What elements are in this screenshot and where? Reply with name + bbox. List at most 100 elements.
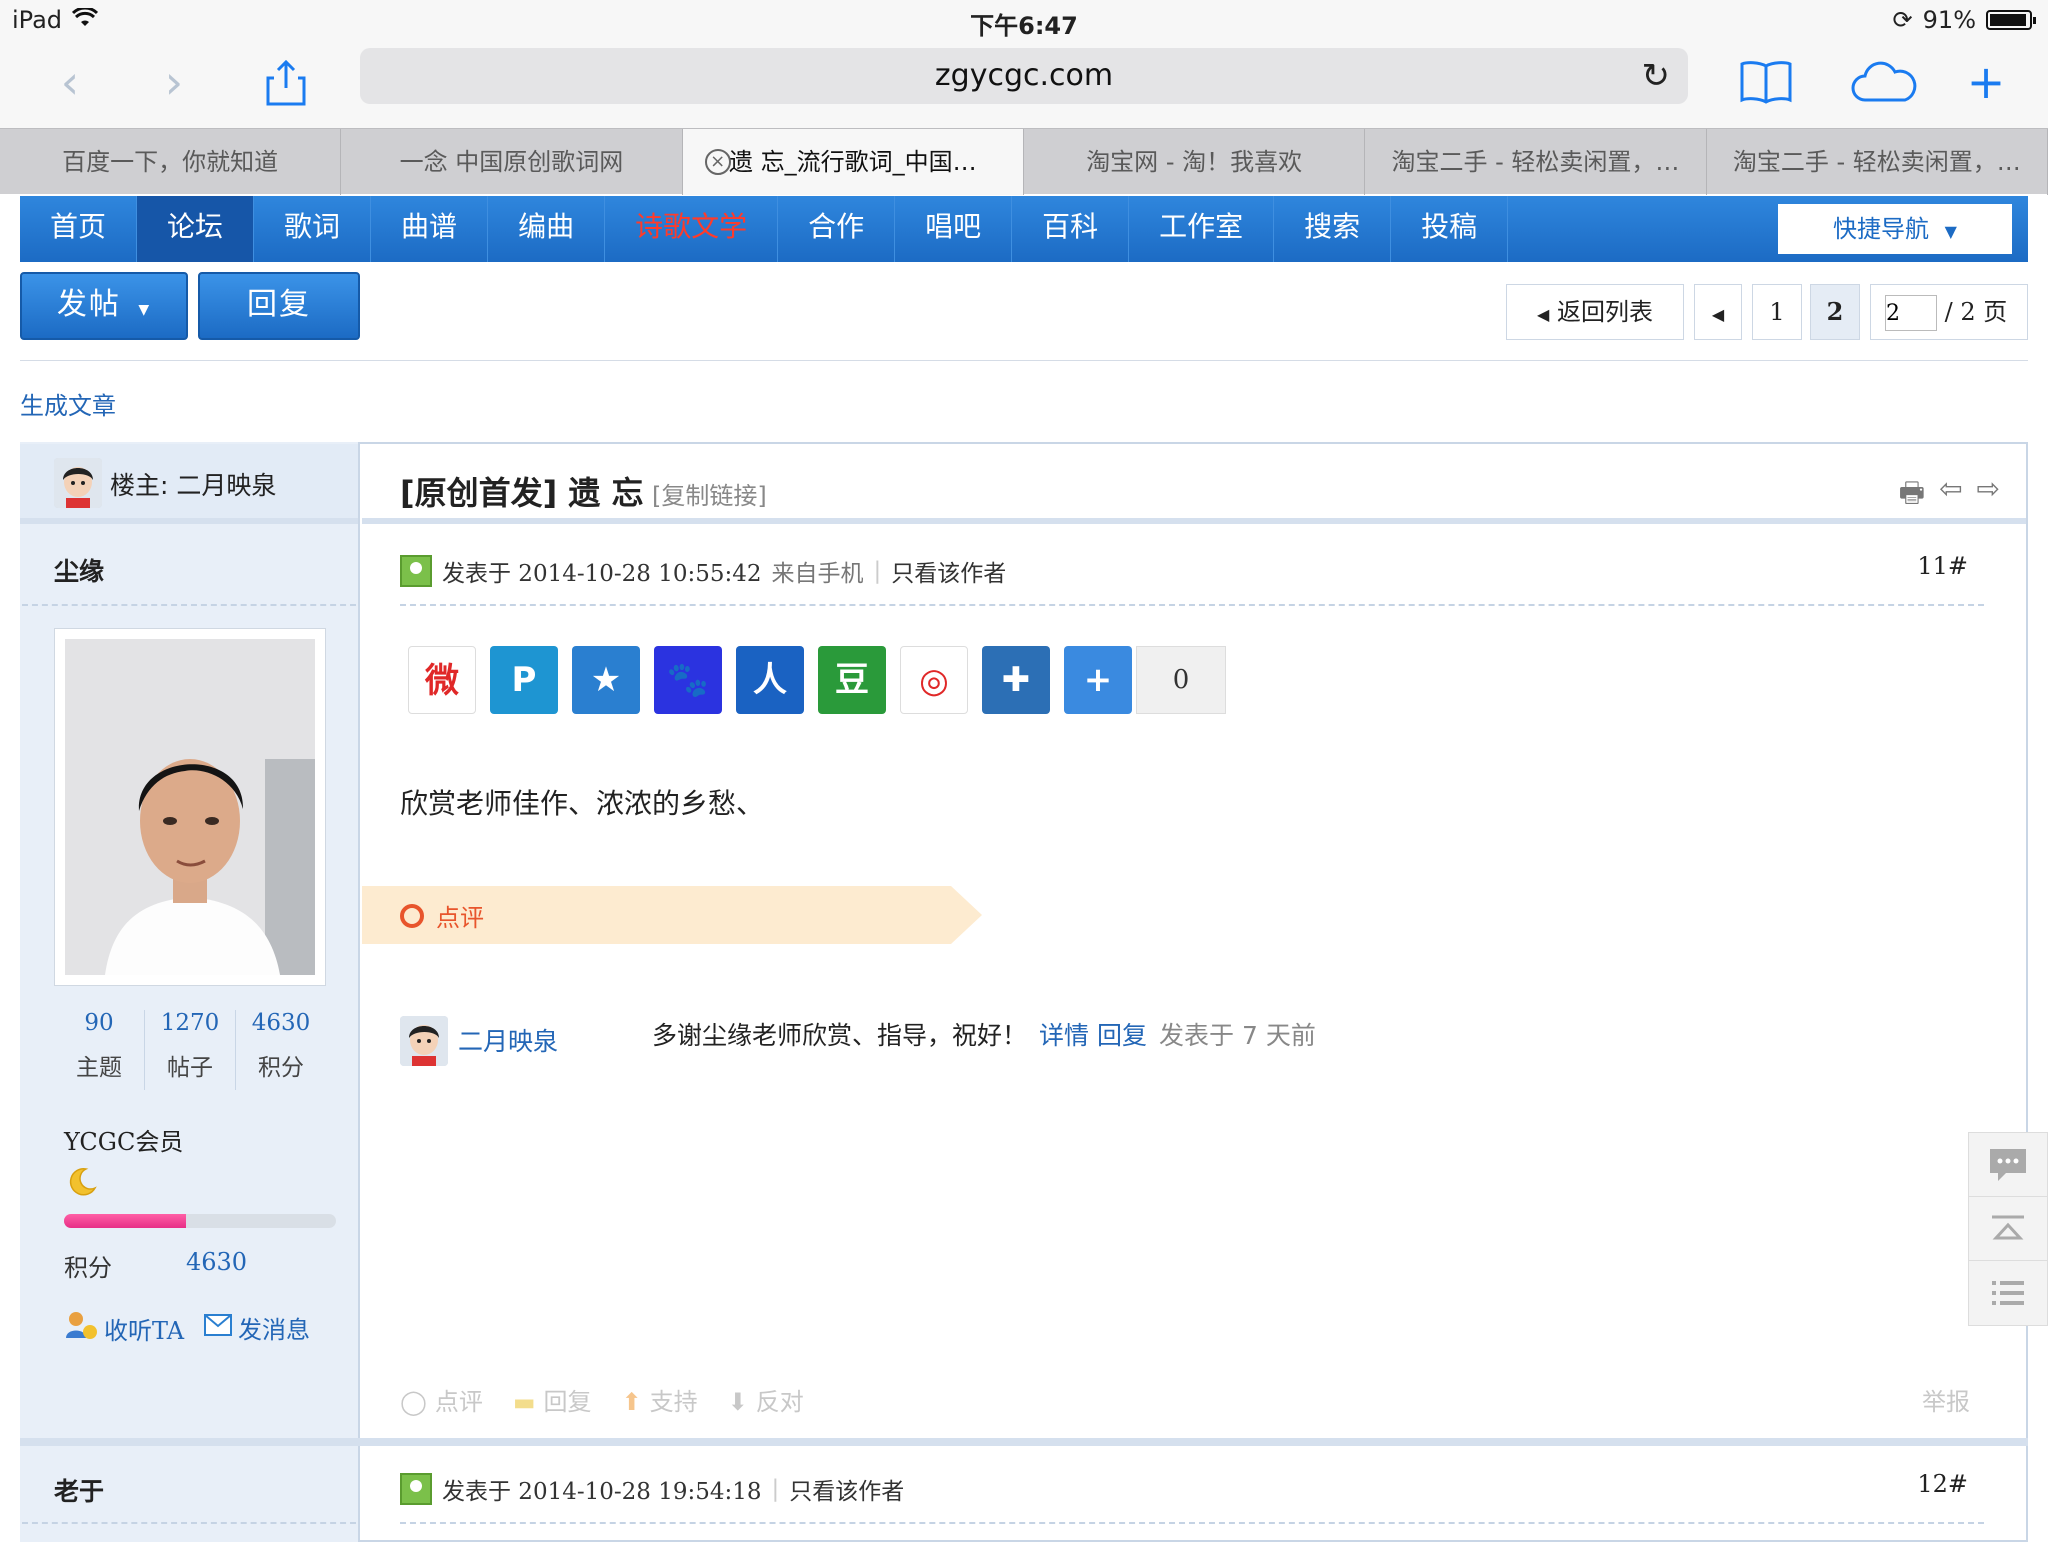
browser-tab[interactable]: 淘宝网 - 淘！我喜欢	[1024, 129, 1366, 195]
post-body: 欣赏老师佳作、浓浓的乡愁、	[400, 787, 765, 820]
browser-tab[interactable]: 百度一下，你就知道	[0, 129, 342, 195]
stat-credits[interactable]: 4630 积分	[236, 1010, 326, 1090]
reply-button[interactable]: 回复	[198, 272, 360, 340]
comment: 多谢尘缘老师欣赏、指导，祝好！ 详情 回复 发表于 7 天前	[652, 1016, 1316, 1052]
browser-tab[interactable]: 一念 中国原创歌词网	[341, 129, 683, 195]
thread-title: [原创首发] 遗 忘	[400, 474, 644, 512]
reply-action[interactable]: ▬ 回复	[513, 1382, 592, 1417]
divider	[20, 360, 2028, 361]
copy-link[interactable]: [复制链接]	[652, 476, 767, 511]
author-stats: 90 主题 1270 帖子 4630 积分	[54, 1010, 326, 1090]
baidu-icon[interactable]: 🐾	[654, 646, 722, 714]
nav-item-wiki[interactable]: 百科	[1012, 196, 1130, 262]
nav-item-poetry[interactable]: 诗歌文学	[605, 196, 779, 262]
icloud-tabs-icon[interactable]	[1846, 52, 1922, 112]
page-1-link[interactable]: 1	[1752, 284, 1802, 340]
commenter-avatar[interactable]	[400, 1016, 448, 1066]
commenter-name[interactable]: 二月映泉	[458, 1022, 558, 1058]
comment-detail-link[interactable]: 详情	[1039, 1016, 1089, 1052]
prev-thread-icon[interactable]: ⇦	[1939, 472, 1962, 520]
rotation-lock-icon: ⟳	[1892, 6, 1913, 34]
safari-toolbar: ‹ › zgycgc.com ↻ +	[0, 40, 2048, 128]
quick-reply-icon[interactable]	[1969, 1133, 2047, 1197]
address-bar[interactable]: zgycgc.com ↻	[360, 48, 1688, 104]
post-meta: 发表于 2014-10-28 19:54:18 | 只看该作者	[400, 1472, 904, 1506]
post-time: 发表于 2014-10-28 19:54:18	[442, 1479, 762, 1505]
battery-percent: 91%	[1922, 6, 1976, 34]
bookmarks-icon[interactable]	[1736, 52, 1796, 112]
nav-item-studio[interactable]: 工作室	[1129, 196, 1275, 262]
share-count: 0	[1136, 646, 1226, 714]
online-status-icon	[400, 1473, 432, 1505]
page-2-current: 2	[1810, 284, 1860, 340]
reload-icon[interactable]: ↻	[1642, 48, 1671, 104]
floor-number[interactable]: 11#	[1917, 552, 1968, 580]
forward-arrow-icon[interactable]: ›	[144, 52, 204, 112]
back-to-list-button[interactable]: ◀ 返回列表	[1506, 284, 1684, 340]
stat-posts[interactable]: 1270 帖子	[145, 1010, 236, 1090]
nav-item-forum[interactable]: 论坛	[137, 196, 255, 262]
back-arrow-icon[interactable]: ‹	[40, 52, 100, 112]
send-message-link[interactable]: 发消息	[204, 1310, 310, 1345]
post-author-name[interactable]: 尘缘	[54, 552, 104, 588]
report-link[interactable]: 举报	[1922, 1382, 1970, 1417]
next-thread-icon[interactable]: ⇨	[1977, 472, 2000, 520]
nav-item-cooperate[interactable]: 合作	[778, 196, 896, 262]
battery-icon	[1986, 10, 2036, 30]
page-total: / 2 页	[1944, 298, 2008, 326]
douban-icon[interactable]: 豆	[818, 646, 886, 714]
nav-item-submit[interactable]: 投稿	[1391, 196, 1509, 262]
nav-item-scores[interactable]: 曲谱	[371, 196, 489, 262]
follow-link[interactable]: 收听TA	[64, 1310, 184, 1346]
tencent-weibo-icon[interactable]: P	[490, 646, 558, 714]
nav-item-lyrics[interactable]: 歌词	[254, 196, 372, 262]
msn-icon[interactable]: ✚	[982, 646, 1050, 714]
support-action[interactable]: ⬆ 支持	[622, 1382, 698, 1417]
more-share-icon[interactable]: +	[1064, 646, 1132, 714]
new-tab-icon[interactable]: +	[1956, 52, 2016, 112]
author-column	[20, 442, 360, 1542]
only-author-link[interactable]: 只看该作者	[891, 554, 1006, 588]
credit-value: 4630	[186, 1248, 248, 1276]
back-to-top-icon[interactable]	[1969, 1197, 2047, 1261]
post-separator	[20, 1438, 2028, 1446]
browser-tab[interactable]: 淘宝二手 - 轻松卖闲置，…	[1365, 129, 1707, 195]
comment-reply-link[interactable]: 回复	[1097, 1016, 1147, 1052]
post-author-name[interactable]: 老于	[54, 1472, 104, 1508]
caret-down-icon: ▼	[138, 302, 152, 318]
floor-number[interactable]: 12#	[1917, 1470, 1968, 1498]
weibo-icon[interactable]: 微	[408, 646, 476, 714]
renren-icon[interactable]: 人	[736, 646, 804, 714]
author-avatar-large[interactable]	[54, 628, 326, 986]
new-post-button[interactable]: 发帖 ▼	[20, 272, 188, 340]
prev-page-button[interactable]: ◀	[1694, 284, 1742, 340]
clock: 下午6:47	[970, 12, 1078, 40]
rate-action[interactable]: ◯ 点评	[400, 1382, 483, 1417]
comment-banner-label: 点评	[436, 904, 484, 932]
qzone-icon[interactable]: ★	[572, 646, 640, 714]
list-icon[interactable]	[1969, 1261, 2047, 1325]
only-author-link[interactable]: 只看该作者	[789, 1472, 904, 1506]
oppose-action[interactable]: ⬇ 反对	[728, 1382, 804, 1417]
post-actions: ◯ 点评 ▬ 回复 ⬆ 支持 ⬇ 反对	[400, 1382, 804, 1417]
owner-avatar[interactable]	[54, 458, 102, 508]
browser-tab-active[interactable]: × 遗 忘_流行歌词_中国…	[682, 129, 1024, 195]
stat-threads[interactable]: 90 主题	[54, 1010, 145, 1090]
generate-article-link[interactable]: 生成文章	[20, 386, 116, 421]
triangle-left-icon: ◀	[1537, 305, 1550, 324]
rate-label: 点评	[434, 1388, 483, 1416]
share-icon[interactable]	[256, 52, 316, 112]
nav-item-changba[interactable]: 唱吧	[895, 196, 1013, 262]
comment-time: 发表于 7 天前	[1159, 1021, 1316, 1050]
print-icon[interactable]: 🖶	[1899, 472, 1925, 520]
nav-item-arrange[interactable]: 编曲	[488, 196, 606, 262]
nav-item-home[interactable]: 首页	[20, 196, 138, 262]
browser-tab[interactable]: 淘宝二手 - 轻松卖闲置，…	[1707, 129, 2048, 195]
close-tab-icon[interactable]: ×	[704, 149, 731, 175]
tencent-news-icon[interactable]: ◎	[900, 646, 968, 714]
quick-nav-dropdown[interactable]: 快捷导航 ▼	[1778, 204, 2012, 254]
thread-owner-label: 楼主: 二月映泉	[110, 471, 277, 500]
nav-item-search[interactable]: 搜索	[1274, 196, 1392, 262]
page-jump-input[interactable]	[1885, 295, 1937, 331]
site-nav: 首页 论坛 歌词 曲谱 编曲 诗歌文学 合作 唱吧 百科 工作室 搜索 投稿 快…	[20, 196, 2028, 262]
